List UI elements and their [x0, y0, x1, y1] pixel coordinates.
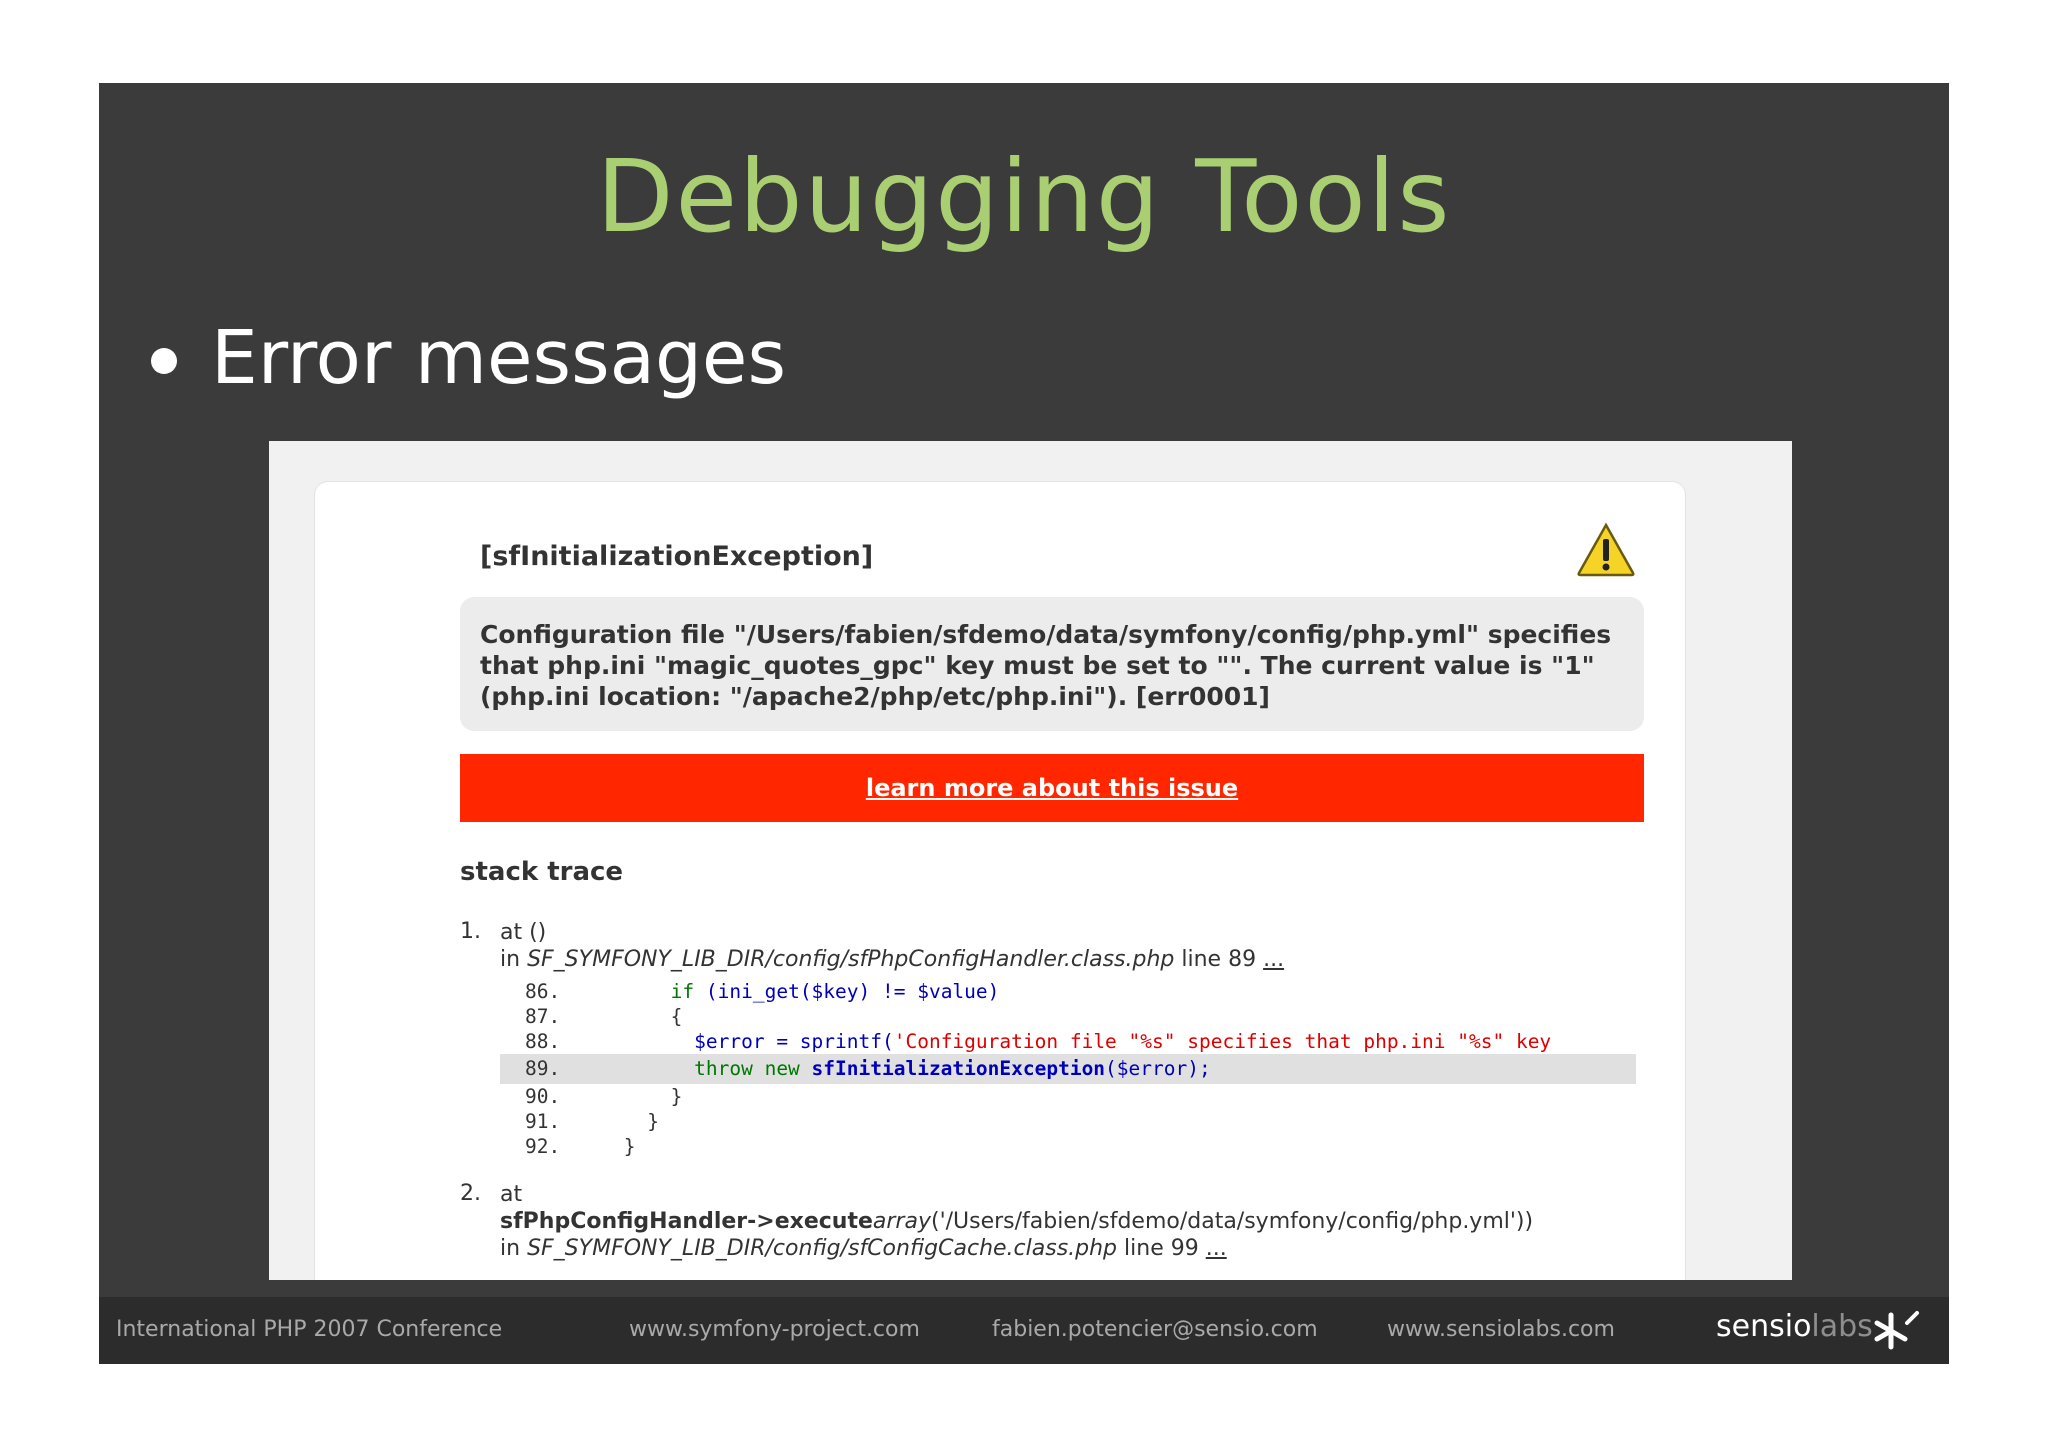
error-message: Configuration file "/Users/fabien/sfdemo… [480, 620, 1612, 711]
in-label: in [500, 947, 521, 972]
trace-call: sfPhpConfigHandler->executearray('/Users… [500, 1208, 1792, 1235]
expand-code-link[interactable]: ... [1206, 1236, 1227, 1261]
line-number: 86. [525, 980, 561, 1003]
learn-more-bar: learn more about this issue [460, 754, 1644, 822]
line-number: 92. [525, 1135, 561, 1158]
slide-footer: International PHP 2007 Conference www.sy… [99, 1297, 1949, 1364]
code-line: 86. if (ini_get($key) != $value) [500, 979, 1792, 1004]
trace-location: in SF_SYMFONY_LIB_DIR/config/sfConfigCac… [500, 1235, 1792, 1262]
stack-trace-title: stack trace [460, 857, 624, 887]
trace-at: at () [500, 920, 547, 945]
trace-entry: 1. at () in SF_SYMFONY_LIB_DIR/config/sf… [460, 919, 1792, 1159]
footer-company-link[interactable]: www.sensiolabs.com [1387, 1317, 1615, 1342]
trace-entry: 2. at sfPhpConfigHandler->executearray('… [460, 1181, 1792, 1262]
footer-email-link[interactable]: fabien.potencier@sensio.com [992, 1317, 1318, 1342]
trace-number: 1. [460, 919, 481, 944]
bullet-item: Error messages [151, 315, 786, 401]
sensiolabs-logo-icon [1874, 1311, 1919, 1350]
trace-args: ('/Users/fabien/sfdemo/data/symfony/conf… [930, 1209, 1534, 1234]
code-line: 92. } [500, 1134, 1792, 1159]
line-number: 90. [525, 1085, 561, 1108]
code-text: } [647, 1110, 659, 1133]
trace-method: sfPhpConfigHandler->execute [500, 1209, 873, 1234]
code-line-highlighted: 89. throw new sfInitializationException(… [500, 1054, 1636, 1084]
line-number: 88. [525, 1030, 561, 1053]
code-text: $error = sprintf( [694, 1030, 894, 1053]
trace-args-type: array [872, 1209, 931, 1234]
line-number: 91. [525, 1110, 561, 1133]
trace-line: line 99 [1124, 1236, 1199, 1261]
bullet-dot [151, 348, 177, 374]
code-text: (ini_get($key) != $value) [694, 980, 1000, 1003]
brand-sensio: sensio [1716, 1309, 1812, 1344]
code-string: 'Configuration file "%s" specifies that … [893, 1030, 1552, 1053]
trace-file: SF_SYMFONY_LIB_DIR/config/sfPhpConfigHan… [527, 947, 1175, 972]
stack-trace: 1. at () in SF_SYMFONY_LIB_DIR/config/sf… [460, 919, 1792, 1262]
bullet-text: Error messages [211, 315, 787, 401]
trace-file: SF_SYMFONY_LIB_DIR/config/sfConfigCache.… [527, 1236, 1118, 1261]
slide: Debugging Tools Error messages [sfInitia… [99, 83, 1949, 1364]
code-text: } [670, 1085, 683, 1108]
line-number: 87. [525, 1005, 561, 1028]
code-text: ($error); [1105, 1057, 1211, 1080]
sensiolabs-logo: sensiolabs [1716, 1309, 1873, 1344]
error-screenshot: [sfInitializationException] Configuratio… [269, 441, 1792, 1280]
code-keyword: if [670, 980, 695, 1003]
code-line: 87. { [500, 1004, 1792, 1029]
code-keyword: throw new [694, 1057, 812, 1080]
trace-at: at [500, 1182, 523, 1207]
footer-site-link[interactable]: www.symfony-project.com [629, 1317, 920, 1342]
exception-title: [sfInitializationException] [480, 541, 874, 572]
trace-location: in SF_SYMFONY_LIB_DIR/config/sfPhpConfig… [500, 946, 1792, 973]
code-line: 88. $error = sprintf('Configuration file… [500, 1029, 1792, 1054]
brand-labs: labs [1811, 1309, 1873, 1344]
code-text: } [623, 1135, 636, 1158]
code-excerpt: 86. if (ini_get($key) != $value) 87. { 8… [500, 979, 1792, 1159]
slide-title: Debugging Tools [596, 138, 1452, 255]
code-line: 90. } [500, 1084, 1792, 1109]
expand-code-link[interactable]: ... [1263, 947, 1284, 972]
trace-number: 2. [460, 1181, 481, 1206]
code-line: 91. } [500, 1109, 1792, 1134]
learn-more-link[interactable]: learn more about this issue [866, 774, 1238, 802]
warning-icon [1577, 522, 1635, 577]
in-label: in [500, 1236, 521, 1261]
line-number: 89. [525, 1057, 561, 1080]
footer-conference: International PHP 2007 Conference [116, 1317, 503, 1342]
trace-line: line 89 [1181, 947, 1257, 972]
code-text: { [670, 1005, 683, 1028]
code-text: sfInitializationException [811, 1057, 1106, 1080]
